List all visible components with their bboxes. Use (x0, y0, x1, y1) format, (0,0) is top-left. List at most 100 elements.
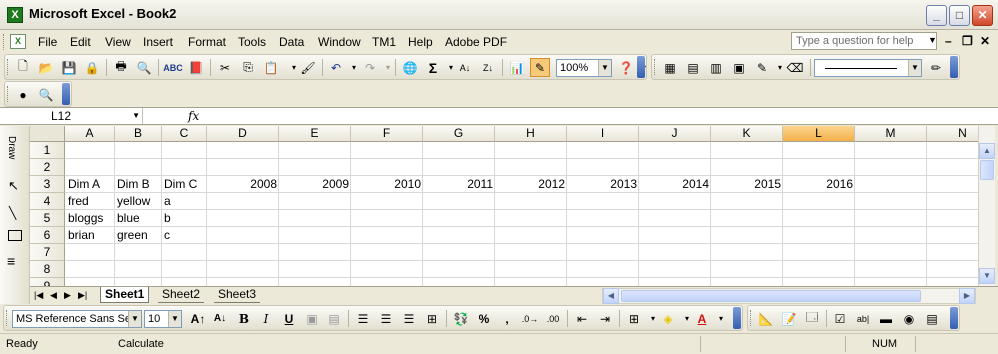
border-style-icon[interactable]: ▣ (729, 58, 749, 77)
workbook-close-button[interactable]: ✕ (980, 34, 990, 48)
prev-sheet-icon[interactable]: ◀ (50, 290, 57, 301)
row-header-6[interactable]: 6 (30, 227, 65, 244)
cell-b6[interactable]: green (115, 227, 162, 244)
print-preview-icon[interactable]: 🔍 (134, 58, 154, 77)
menu-adobe-pdf[interactable]: Adobe PDF (445, 35, 507, 49)
cell-c6[interactable]: c (162, 227, 207, 244)
worksheet-grid[interactable]: A B C D E F G H I J K L M N 1 2 3 4 5 6 … (30, 126, 978, 286)
cell-b4[interactable]: yellow (115, 193, 162, 210)
column-header-l[interactable]: L (783, 126, 855, 142)
cell-f3[interactable]: 2010 (351, 176, 423, 193)
line-style-dropdown-icon[interactable]: ▼ (908, 60, 921, 76)
scroll-up-icon[interactable]: ▲ (979, 143, 995, 159)
row-header-4[interactable]: 4 (30, 193, 65, 210)
redo-icon[interactable]: ↷ (360, 58, 380, 77)
workbook-restore-button[interactable]: ❐ (962, 34, 973, 48)
chart-wizard-icon[interactable]: 📊 (507, 58, 527, 77)
menu-format[interactable]: Format (188, 35, 226, 49)
column-header-h[interactable]: H (495, 126, 567, 142)
cell-b3[interactable]: Dim B (115, 176, 162, 193)
sheet-tab-1[interactable]: Sheet1 (100, 287, 150, 303)
font-size-dropdown-icon[interactable]: ▼ (168, 311, 181, 327)
draw-menu[interactable]: Draw (6, 136, 17, 159)
excel-icon[interactable]: X (7, 7, 23, 23)
toolbar-options-icon[interactable] (62, 83, 70, 105)
column-header-g[interactable]: G (423, 126, 495, 142)
horizontal-scroll-thumb[interactable] (621, 290, 921, 302)
align-left-icon[interactable]: ☰ (353, 309, 373, 328)
toolbar-options-icon[interactable] (950, 56, 958, 78)
bold-icon[interactable]: B (234, 309, 254, 328)
fill-color-icon[interactable]: ◈ (658, 309, 678, 328)
copy-icon[interactable]: ⎘ (238, 58, 258, 77)
cell-a5[interactable]: bloggs (66, 210, 115, 227)
cell-c4[interactable]: a (162, 193, 207, 210)
underline-icon[interactable]: U (279, 309, 299, 328)
menu-edit[interactable]: Edit (70, 35, 91, 49)
column-header-k[interactable]: K (711, 126, 783, 142)
zoom-select[interactable]: 100% ▼ (556, 59, 612, 77)
listbox-control-icon[interactable]: ▤ (922, 309, 942, 328)
properties-icon[interactable]: 📝 (779, 309, 799, 328)
decrease-indent-icon[interactable]: ⇤ (572, 309, 592, 328)
option-button-icon[interactable]: ◉ (899, 309, 919, 328)
toolbar-grip[interactable] (654, 59, 657, 75)
eraser-icon[interactable]: ⌫ (785, 58, 805, 77)
toolbar-grip[interactable] (750, 310, 753, 326)
undo-icon[interactable]: ↶ (326, 58, 346, 77)
tm1-search-icon[interactable]: 🔍 (36, 85, 56, 104)
name-box-dropdown-icon[interactable]: ▼ (132, 111, 140, 120)
decrease-decimal-icon[interactable]: .00 (543, 309, 563, 328)
column-header-c[interactable]: C (162, 126, 207, 142)
font-name-select[interactable]: MS Reference Sans Ser ▼ (12, 310, 142, 328)
column-header-n[interactable]: N (927, 126, 978, 142)
row-header-1[interactable]: 1 (30, 142, 65, 159)
cell-a6[interactable]: brian (66, 227, 115, 244)
row-header-7[interactable]: 7 (30, 244, 65, 261)
borders-icon[interactable]: ⊞ (624, 309, 644, 328)
design-mode-icon[interactable]: 📐 (756, 309, 776, 328)
line-color-icon[interactable]: ✏ (926, 58, 946, 77)
cut-icon[interactable]: ✂ (215, 58, 235, 77)
ask-dropdown-icon[interactable]: ▼ (928, 35, 937, 45)
scroll-right-icon[interactable]: ▶ (959, 288, 975, 304)
comma-style-icon[interactable]: , (497, 309, 517, 328)
cell-a4[interactable]: fred (66, 193, 115, 210)
cell-a3[interactable]: Dim A (66, 176, 115, 193)
select-all-button[interactable] (30, 126, 65, 142)
workbook-icon[interactable]: X (10, 34, 26, 49)
pen-icon[interactable]: ✎ (752, 58, 772, 77)
toolbar-options-icon[interactable] (733, 307, 741, 329)
menu-data[interactable]: Data (279, 35, 304, 49)
close-button[interactable]: ✕ (972, 5, 993, 26)
name-box[interactable]: L12 ▼ (7, 108, 143, 124)
column-header-j[interactable]: J (639, 126, 711, 142)
toolbar-options-icon[interactable] (637, 56, 645, 78)
tm1-connect-icon[interactable]: ● (13, 85, 33, 104)
last-sheet-icon[interactable]: ▶| (78, 290, 87, 301)
increase-decimal-icon[interactable]: .0→ (520, 309, 540, 328)
font-color-dropdown-icon[interactable]: ▾ (711, 309, 731, 328)
menu-file[interactable]: File (38, 35, 57, 49)
first-sheet-icon[interactable]: |◀ (34, 290, 43, 301)
print-icon[interactable]: 🖶 (111, 58, 131, 77)
workbook-minimize-button[interactable]: – (945, 34, 952, 48)
toolbar-grip[interactable] (6, 310, 9, 326)
button-control-icon[interactable]: ▬ (876, 309, 896, 328)
grow-font-icon[interactable]: A↑ (188, 309, 208, 328)
minimize-button[interactable]: _ (926, 5, 947, 26)
cell-b5[interactable]: blue (115, 210, 162, 227)
border-grid-icon[interactable]: ▤ (683, 58, 703, 77)
percent-icon[interactable]: % (474, 309, 494, 328)
help-icon[interactable]: ❓ (616, 58, 636, 77)
font-color-icon[interactable]: A (692, 309, 712, 328)
cell-c5[interactable]: b (162, 210, 207, 227)
increase-indent-icon[interactable]: ⇥ (595, 309, 615, 328)
autosum-icon[interactable]: Σ (423, 58, 443, 77)
row-header-8[interactable]: 8 (30, 261, 65, 278)
line-style-icon[interactable]: ≡ (7, 254, 15, 268)
sort-ascending-icon[interactable]: A↓ (455, 58, 475, 77)
new-icon[interactable]: 🗋 (13, 58, 33, 77)
toolbar-grip[interactable] (7, 59, 10, 75)
line-style-select[interactable]: ▼ (814, 59, 922, 77)
